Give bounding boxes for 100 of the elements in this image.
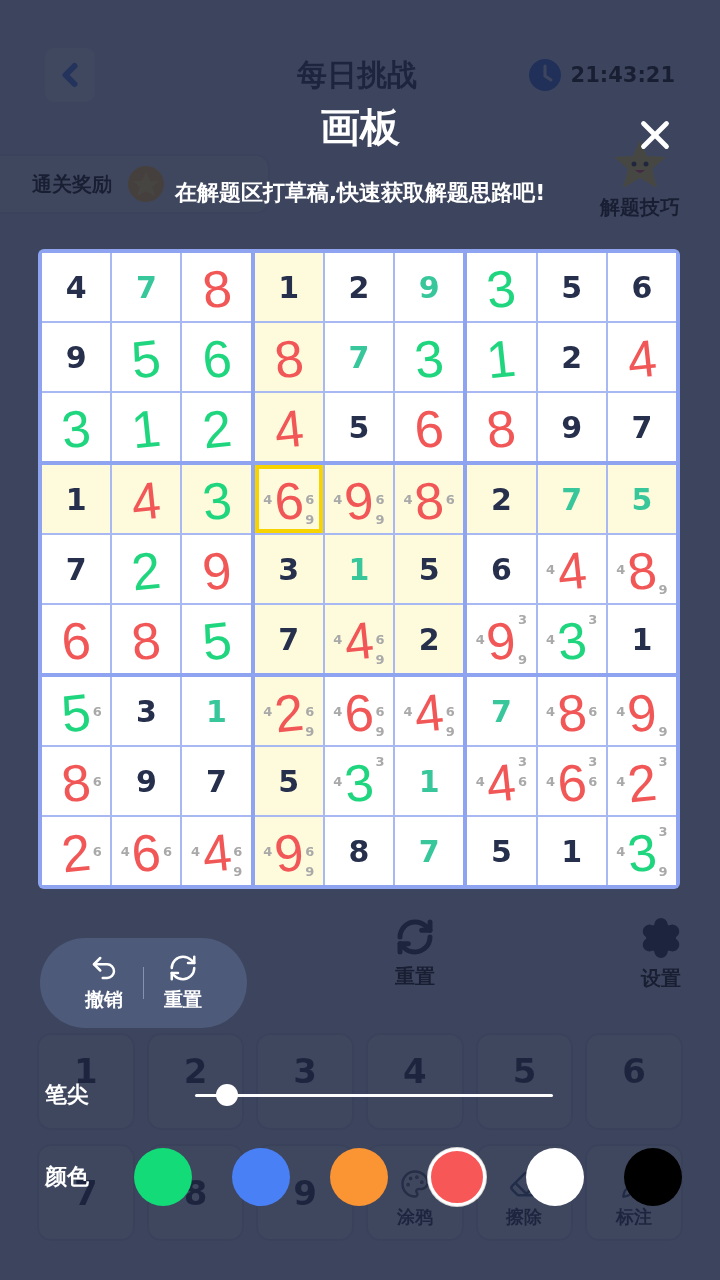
sudoku-cell[interactable]: 1 bbox=[467, 323, 536, 391]
sudoku-cell[interactable]: 6 8 bbox=[42, 747, 111, 815]
sudoku-cell[interactable]: 4 6 8 bbox=[537, 677, 606, 745]
sudoku-cell[interactable]: 6 bbox=[607, 253, 676, 321]
sudoku-cell[interactable]: 4 4 bbox=[537, 535, 606, 603]
sudoku-cell[interactable]: 8 bbox=[112, 605, 181, 673]
sudoku-cell[interactable]: 3 4 2 bbox=[607, 747, 676, 815]
sudoku-cell[interactable]: 3 bbox=[395, 323, 464, 391]
sudoku-cell[interactable]: 2 bbox=[324, 253, 394, 321]
sudoku-cell[interactable]: 3 4 3 bbox=[537, 605, 606, 673]
sketch-digit: 2 bbox=[129, 543, 164, 599]
color-swatch[interactable] bbox=[428, 1148, 486, 1206]
color-swatch[interactable] bbox=[624, 1148, 682, 1206]
sudoku-cell[interactable]: 8 bbox=[182, 253, 251, 321]
sudoku-cell[interactable]: 1 bbox=[395, 747, 464, 815]
sudoku-cell[interactable]: 5 bbox=[112, 323, 181, 391]
sudoku-cell[interactable]: 4 bbox=[42, 253, 111, 321]
sudoku-cell[interactable]: 3 bbox=[42, 393, 111, 461]
sudoku-cell[interactable]: 2 bbox=[395, 605, 464, 673]
sudoku-cell[interactable]: 5 bbox=[324, 393, 394, 461]
sudoku-cell[interactable]: 5 bbox=[395, 535, 464, 603]
cell-digit: 2 bbox=[561, 339, 583, 375]
sudoku-cell[interactable]: 1 bbox=[182, 677, 251, 745]
sudoku-cell[interactable]: 1 bbox=[42, 465, 111, 533]
sudoku-cell[interactable]: 3 4 6 6 bbox=[537, 747, 606, 815]
sudoku-cell[interactable]: 3 bbox=[467, 253, 536, 321]
sudoku-cell[interactable]: 9 bbox=[395, 253, 464, 321]
sudoku-cell[interactable]: 6 bbox=[42, 605, 111, 673]
sudoku-cell[interactable]: 9 bbox=[42, 323, 111, 391]
sudoku-cell[interactable]: 7 bbox=[607, 393, 676, 461]
candidate-note: 3 bbox=[657, 752, 669, 771]
sudoku-cell[interactable]: 8 bbox=[254, 323, 323, 391]
panel-title: 画板 bbox=[320, 103, 400, 152]
sudoku-cell[interactable]: 6 2 bbox=[42, 817, 111, 885]
color-swatch[interactable] bbox=[232, 1148, 290, 1206]
sketch-digit: 8 bbox=[624, 543, 659, 599]
candidate-note: 4 bbox=[402, 702, 414, 721]
sudoku-cell[interactable]: 7 bbox=[324, 323, 394, 391]
candidate-note: 6 bbox=[304, 490, 316, 509]
sudoku-cell[interactable]: 5 bbox=[254, 747, 323, 815]
sketch-digit: 8 bbox=[129, 613, 164, 669]
sudoku-cell[interactable]: 3 4 9 3 bbox=[607, 817, 676, 885]
sudoku-cell[interactable]: 8 bbox=[324, 817, 394, 885]
candidate-note: 3 bbox=[658, 822, 669, 839]
sudoku-cell[interactable]: 7 bbox=[537, 465, 606, 533]
sudoku-cell[interactable]: 4 6 6 bbox=[112, 817, 181, 885]
sudoku-cell[interactable]: 3 4 6 4 bbox=[467, 747, 536, 815]
candidate-note: 9 bbox=[658, 581, 669, 599]
sudoku-cell[interactable]: 6 5 bbox=[42, 677, 111, 745]
sudoku-cell[interactable]: 7 bbox=[42, 535, 111, 603]
slider-thumb[interactable] bbox=[216, 1084, 239, 1106]
sudoku-cell[interactable]: 4 bbox=[112, 465, 181, 533]
panel-hint: 在解题区打草稿,快速获取解题思路吧! bbox=[174, 179, 546, 207]
sudoku-cell[interactable]: 2 bbox=[112, 535, 181, 603]
pen-size-slider[interactable] bbox=[195, 1083, 553, 1107]
sudoku-cell[interactable]: 7 bbox=[112, 253, 181, 321]
sudoku-cell[interactable]: 6 bbox=[182, 323, 251, 391]
sudoku-cell[interactable]: 4 6 8 bbox=[395, 465, 464, 533]
sudoku-cell[interactable]: 6 bbox=[467, 535, 536, 603]
sudoku-cell[interactable]: 1 bbox=[112, 393, 181, 461]
sudoku-cell[interactable]: 2 bbox=[537, 323, 606, 391]
sudoku-cell[interactable]: 4 bbox=[254, 393, 323, 461]
sudoku-cell[interactable]: 9 bbox=[537, 393, 606, 461]
sketch-digit: 9 bbox=[484, 613, 519, 669]
sudoku-cell[interactable]: 3 4 9 9 bbox=[467, 605, 536, 673]
undo-button[interactable]: 撤销 bbox=[85, 953, 123, 1013]
sudoku-cell[interactable]: 9 bbox=[182, 535, 251, 603]
candidate-note: 9 bbox=[658, 723, 669, 741]
sudoku-cell[interactable]: 7 bbox=[254, 605, 323, 673]
sudoku-cell[interactable]: 9 bbox=[112, 747, 181, 815]
sudoku-cell[interactable]: 3 bbox=[182, 465, 251, 533]
sudoku-cell[interactable]: 5 bbox=[467, 817, 536, 885]
sudoku-cell[interactable]: 1 bbox=[537, 817, 606, 885]
sudoku-cell[interactable]: 1 bbox=[607, 605, 676, 673]
sudoku-cell[interactable]: 1 bbox=[254, 253, 323, 321]
sudoku-cell[interactable]: 3 4 3 bbox=[324, 747, 394, 815]
sudoku-cell[interactable]: 4 9 8 bbox=[607, 535, 676, 603]
sketch-digit: 4 bbox=[412, 685, 447, 741]
sudoku-cell[interactable]: 1 bbox=[324, 535, 394, 603]
cell-digit: 3 bbox=[278, 551, 300, 587]
sudoku-cell[interactable]: 5 bbox=[607, 465, 676, 533]
sudoku-cell[interactable]: 7 bbox=[395, 817, 464, 885]
sketch-digit: 4 bbox=[484, 755, 519, 811]
cell-digit: 3 bbox=[135, 693, 157, 729]
sudoku-cell[interactable]: 3 bbox=[112, 677, 181, 745]
sudoku-cell[interactable]: 2 bbox=[467, 465, 536, 533]
sudoku-cell[interactable]: 8 bbox=[467, 393, 536, 461]
sudoku-cell[interactable]: 5 bbox=[537, 253, 606, 321]
sudoku-cell[interactable]: 7 bbox=[182, 747, 251, 815]
color-swatch[interactable] bbox=[330, 1148, 388, 1206]
sudoku-cell[interactable]: 4 9 9 bbox=[607, 677, 676, 745]
sudoku-cell[interactable]: 2 bbox=[182, 393, 251, 461]
sudoku-cell[interactable]: 6 bbox=[395, 393, 464, 461]
sudoku-cell[interactable]: 4 bbox=[607, 323, 676, 391]
color-swatch[interactable] bbox=[526, 1148, 584, 1206]
sudoku-cell[interactable]: 5 bbox=[182, 605, 251, 673]
sketch-digit: 9 bbox=[271, 825, 306, 881]
redo-button[interactable]: 重置 bbox=[164, 953, 202, 1013]
sudoku-cell[interactable]: 3 bbox=[254, 535, 323, 603]
sudoku-cell[interactable]: 7 bbox=[467, 677, 536, 745]
